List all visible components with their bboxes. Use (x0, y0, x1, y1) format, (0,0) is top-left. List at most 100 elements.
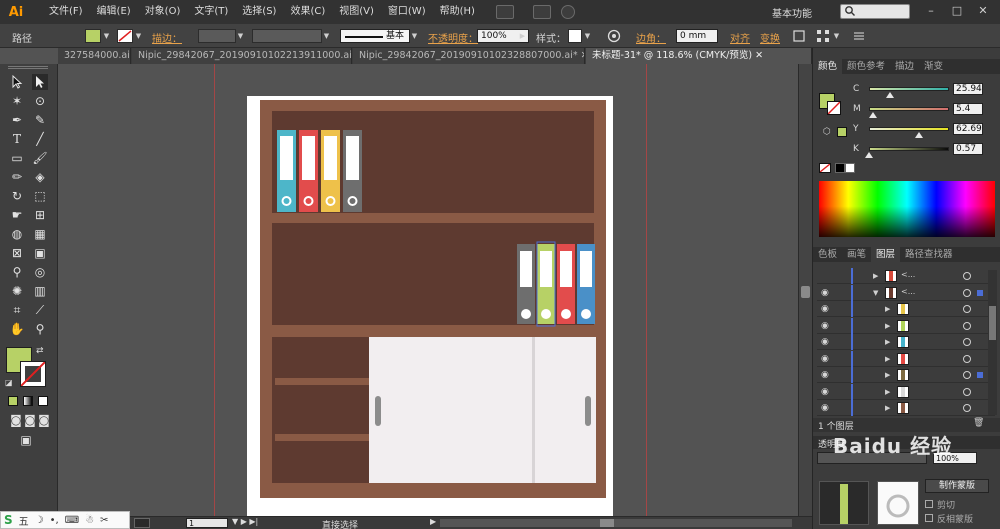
none-mode-icon[interactable] (38, 396, 48, 406)
selection-indicator[interactable] (977, 289, 983, 296)
fill-swatch[interactable] (85, 29, 101, 43)
channel-y-slider-knob[interactable] (915, 132, 924, 138)
channel-k-value-field[interactable]: 0.57 (953, 143, 983, 155)
toolbox-grip[interactable] (8, 66, 48, 69)
stroke-label[interactable]: 描边： (152, 30, 182, 45)
minimize-button[interactable]: – (922, 3, 940, 19)
channel-m-slider[interactable] (869, 107, 949, 111)
vertical-scrollbar[interactable] (798, 64, 812, 516)
layer-row[interactable]: ◉ ▼ <... (817, 284, 995, 301)
layer-row[interactable]: ◉ ▶ (817, 317, 995, 334)
recolor-artwork-icon[interactable] (607, 29, 621, 43)
graphic-style-swatch[interactable] (568, 29, 582, 43)
lasso-tool-icon[interactable]: ⊙ (32, 93, 48, 109)
mask-thumbnail-empty[interactable] (877, 481, 919, 525)
target-circle-icon[interactable] (963, 404, 971, 412)
visibility-eye-icon[interactable]: ◉ (821, 369, 833, 381)
tab-close-icon[interactable]: ✕ (581, 50, 584, 61)
tab-brushes[interactable]: 画笔 (842, 247, 871, 262)
perspective-grid-tool-icon[interactable]: ▦ (32, 226, 48, 242)
tab-gradient[interactable]: 渐变 (919, 59, 948, 74)
transform-link[interactable]: 变换 (760, 30, 780, 45)
gradient-tool-icon[interactable]: ▣ (32, 245, 48, 261)
expand-arrow-icon[interactable]: ▶ (885, 354, 893, 364)
selection-tool-icon[interactable] (9, 74, 25, 90)
expand-arrow-icon[interactable]: ▶ (885, 370, 893, 380)
target-circle-icon[interactable] (963, 371, 971, 379)
opacity-label[interactable]: 不透明度： (428, 30, 478, 45)
menu-type[interactable]: 文字(T) (187, 0, 235, 24)
clip-checkbox[interactable] (925, 500, 933, 508)
layer-row[interactable]: ◉ ▶ (817, 367, 995, 383)
artboard-number-field[interactable]: 1 (186, 518, 228, 528)
draw-inside-icon[interactable]: ◙ (36, 412, 52, 428)
channel-y-slider[interactable] (869, 127, 949, 131)
menu-help[interactable]: 帮助(H) (433, 0, 482, 24)
channel-k-slider-knob[interactable] (865, 152, 874, 158)
in-gamut-swatch[interactable] (837, 127, 847, 137)
channel-k-slider[interactable] (869, 147, 949, 151)
layer-row[interactable]: ▶ <... (817, 268, 995, 284)
tab-pathfinder[interactable]: 路径查找器 (900, 247, 958, 262)
expand-arrow-icon[interactable]: ▶ (885, 321, 893, 331)
visibility-eye-icon[interactable]: ◉ (821, 386, 833, 398)
invert-mask-checkbox[interactable] (925, 514, 933, 522)
paintbrush-tool-icon[interactable]: 🖌 (32, 150, 48, 166)
direct-selection-tool-icon[interactable] (32, 74, 48, 90)
visibility-eye-icon[interactable]: ◉ (821, 336, 833, 348)
layers-scrollbar-thumb[interactable] (989, 306, 996, 340)
ime-punct-icon[interactable]: •, (50, 515, 59, 526)
artboard-next-arrow[interactable]: ▼ ▶ ▶| (232, 517, 258, 526)
artboard-tool-icon[interactable]: ⌗ (9, 302, 25, 318)
ime-mode-label[interactable]: 五 (19, 513, 29, 528)
target-circle-icon[interactable] (963, 338, 971, 346)
warp-tool-icon[interactable]: ☛ (9, 207, 25, 223)
panel-menu-icon[interactable] (852, 29, 866, 43)
pencil-tool-icon[interactable]: ✏ (9, 169, 25, 185)
menu-window[interactable]: 窗口(W) (381, 0, 433, 24)
layer-name[interactable]: <... (901, 270, 915, 279)
menu-edit[interactable]: 编辑(E) (90, 0, 138, 24)
variable-width-arrow[interactable]: ▼ (322, 29, 331, 43)
curvature-tool-icon[interactable]: ✎ (32, 112, 48, 128)
screen-mode-icon[interactable]: ▣ (18, 432, 34, 448)
artboard[interactable] (247, 96, 613, 516)
channel-c-slider-knob[interactable] (885, 92, 894, 98)
visibility-eye-icon[interactable]: ◉ (821, 287, 833, 299)
expand-arrow-icon[interactable]: ▶ (885, 387, 893, 397)
shape-builder-tool-icon[interactable]: ◍ (9, 226, 25, 242)
channel-m-value-field[interactable]: 5.4 (953, 103, 983, 115)
bridge-icon[interactable] (495, 5, 514, 19)
free-transform-tool-icon[interactable]: ⊞ (32, 207, 48, 223)
default-colors-icon[interactable]: ◪ (5, 378, 13, 387)
graph-tool-icon[interactable]: ▥ (32, 283, 48, 299)
type-tool-icon[interactable]: T (9, 131, 25, 147)
visibility-eye-icon[interactable]: ◉ (821, 320, 833, 332)
stroke-color-box[interactable] (20, 361, 46, 387)
layers-scrollbar[interactable] (988, 270, 997, 415)
visibility-eye-icon[interactable]: ◉ (821, 303, 833, 315)
layer-name[interactable]: <... (901, 287, 915, 296)
eyedropper-tool-icon[interactable]: ⚲ (9, 264, 25, 280)
stroke-dropdown-arrow[interactable]: ▼ (134, 29, 143, 43)
channel-c-value-field[interactable]: 25.94 (953, 83, 983, 95)
workspace-switcher[interactable]: 基本功能 (772, 5, 812, 20)
channel-y-value-field[interactable]: 62.69 (953, 123, 983, 135)
out-of-web-icon[interactable]: ⬡ (823, 127, 831, 137)
target-circle-icon[interactable] (963, 288, 971, 297)
scale-tool-icon[interactable]: ⬚ (32, 188, 48, 204)
mesh-tool-icon[interactable]: ⊠ (9, 245, 25, 261)
menu-view[interactable]: 视图(V) (332, 0, 381, 24)
white-swatch[interactable] (845, 163, 855, 173)
stroke-weight-field[interactable] (198, 29, 236, 43)
layer-row[interactable]: ◉ ▶ (817, 301, 995, 317)
color-mode-icon[interactable] (8, 396, 18, 406)
layer-row[interactable]: ◉ ▶ (817, 383, 995, 400)
target-circle-icon[interactable] (963, 387, 971, 396)
isolate-icon[interactable] (792, 29, 806, 43)
arrange-documents-icon[interactable] (532, 5, 551, 19)
expand-arrow-icon[interactable]: ▶ (885, 403, 893, 413)
reference-point-icon[interactable] (816, 29, 830, 43)
zoom-dropdown[interactable] (134, 518, 150, 528)
brush-definition-dropdown[interactable]: 基本 (340, 29, 410, 43)
